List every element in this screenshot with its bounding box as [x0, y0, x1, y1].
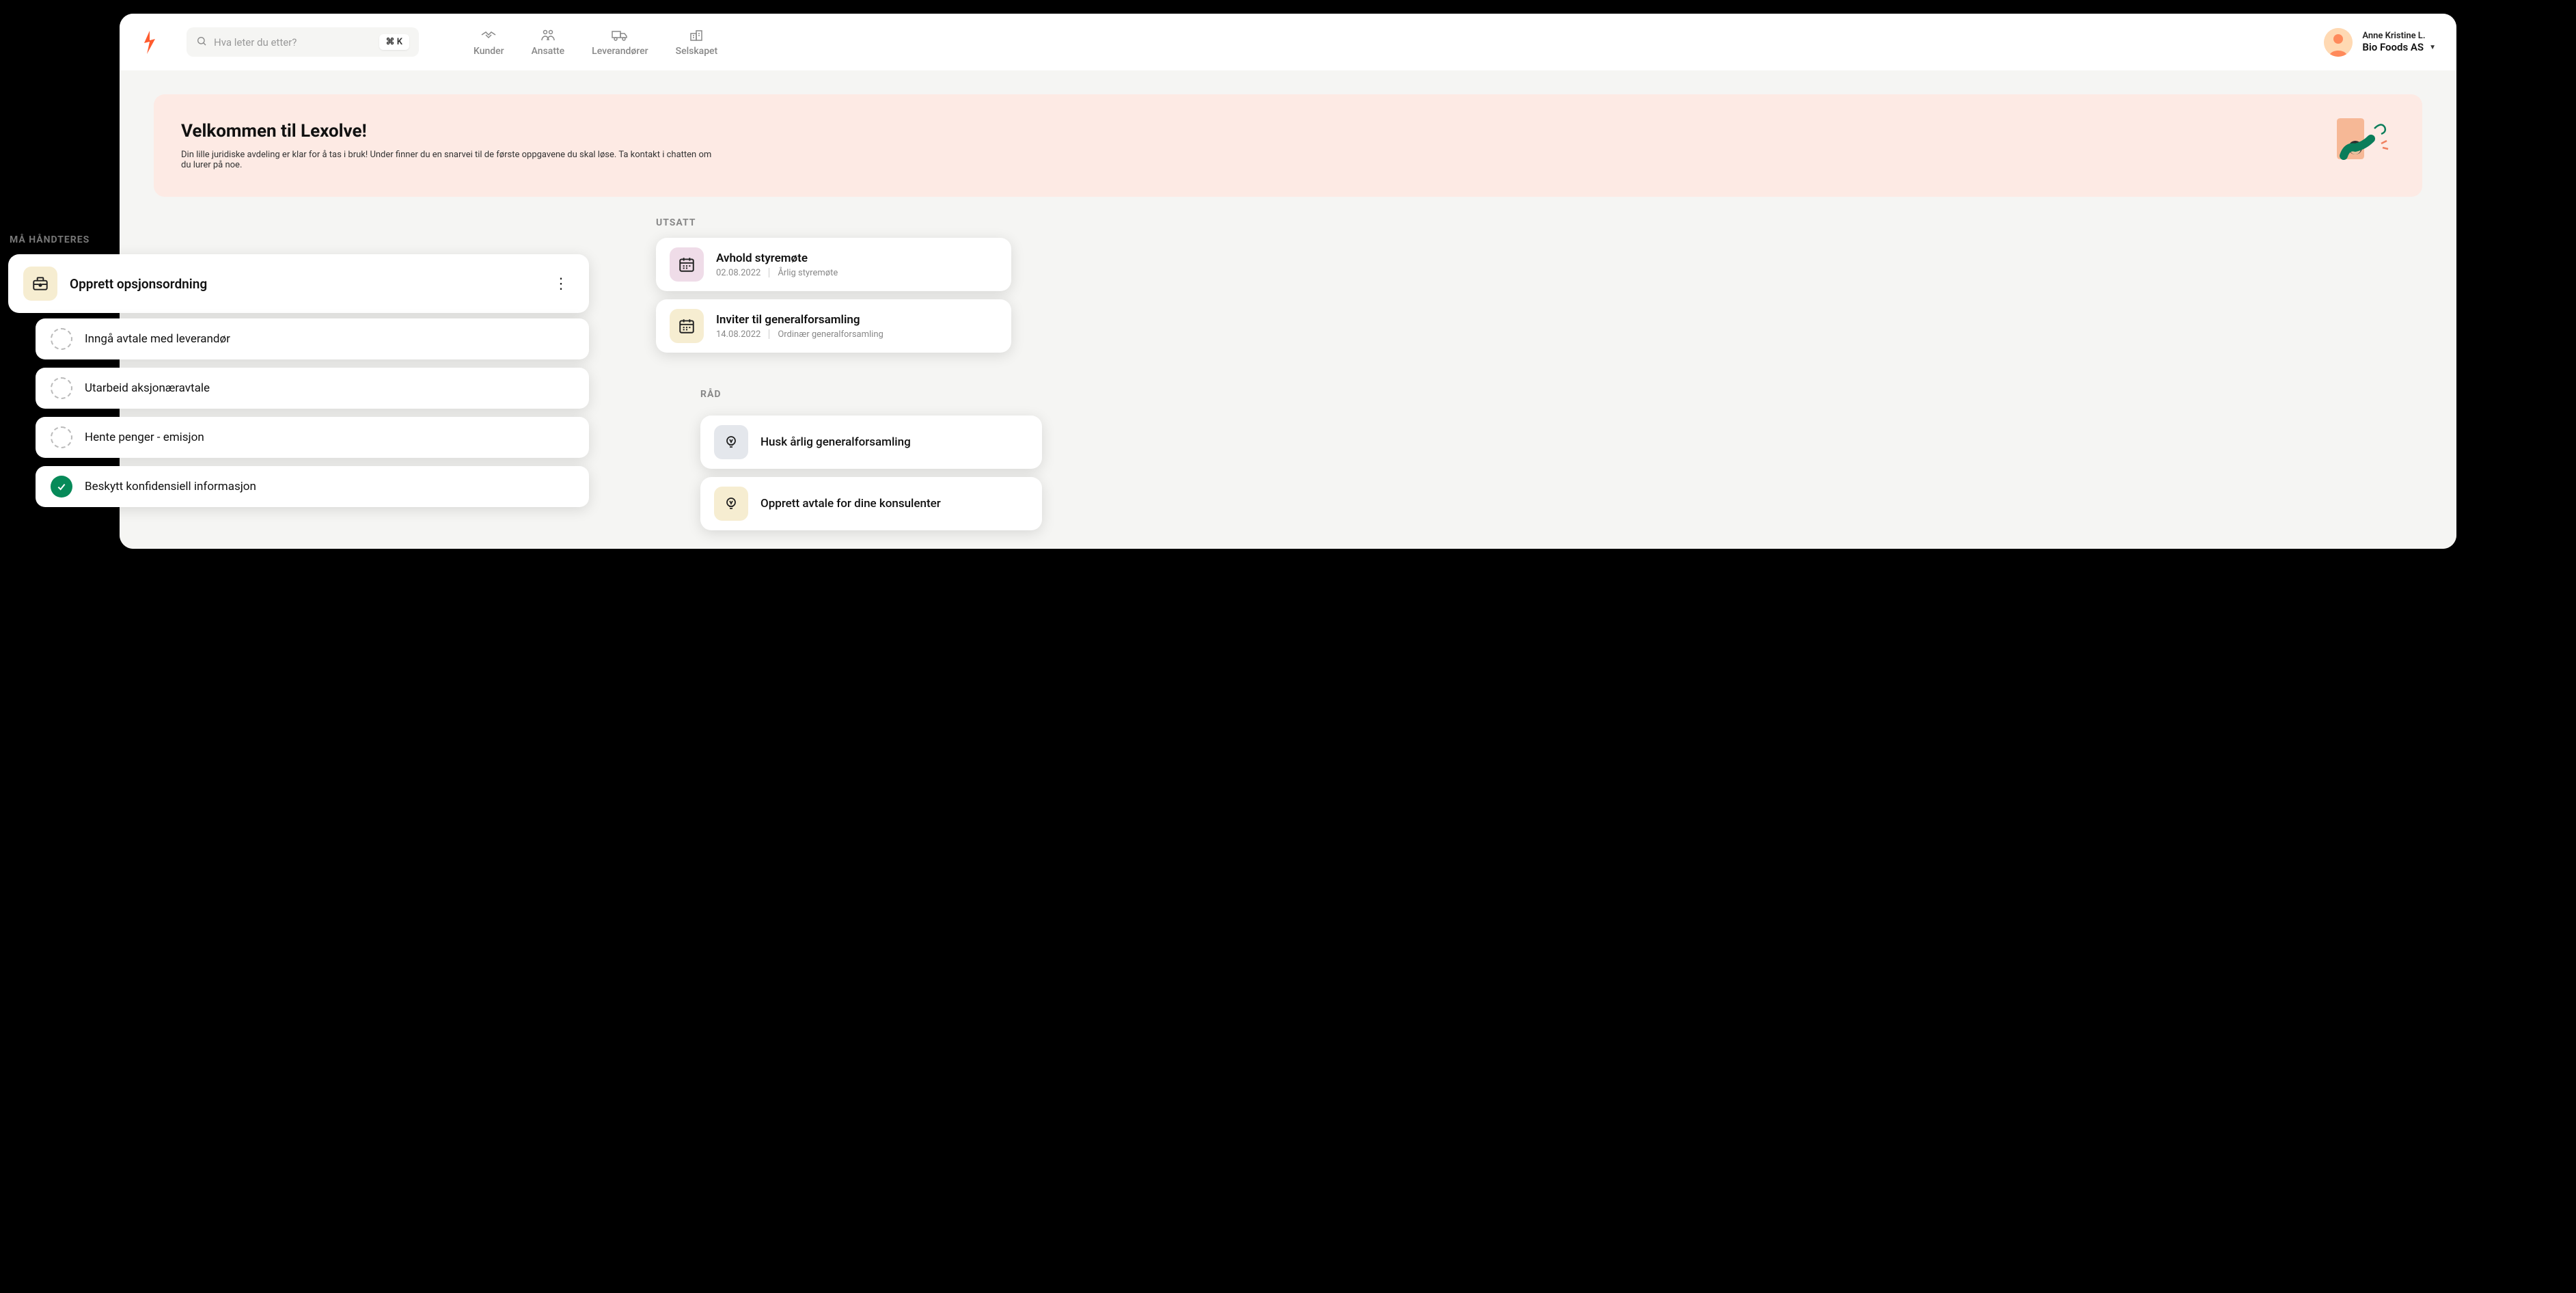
building-icon: [688, 28, 704, 42]
rad-section-label: RÅD: [700, 389, 721, 400]
welcome-title: Velkommen til Lexolve!: [181, 121, 714, 141]
task-item[interactable]: Beskytt konfidensiell informasjon: [36, 466, 589, 507]
rad-title: Opprett avtale for dine konsulenter: [761, 497, 941, 511]
lightbulb-icon: [714, 487, 748, 521]
checkbox-checked-icon[interactable]: [51, 476, 72, 498]
task-card-primary[interactable]: Opprett opsjonsordning ⋮: [8, 254, 589, 313]
task-label: Utarbeid aksjonæravtale: [85, 381, 210, 395]
calendar-icon: [670, 309, 704, 343]
user-company: Bio Foods AS ▼: [2362, 41, 2436, 53]
checkbox-empty-icon[interactable]: [51, 377, 72, 399]
welcome-illustration: [2313, 115, 2395, 176]
tasks-section-label: MÅ HÅNDTERES: [10, 234, 90, 245]
search-placeholder: Hva leter du etter?: [214, 36, 379, 49]
task-label: Hente penger - emisjon: [85, 431, 204, 444]
task-item[interactable]: Utarbeid aksjonæravtale: [36, 368, 589, 409]
rad-title: Husk årlig generalforsamling: [761, 435, 911, 449]
briefcase-icon: [23, 267, 57, 301]
nav-kunder[interactable]: Kunder: [474, 28, 504, 57]
utsatt-title: Avhold styremøte: [716, 251, 838, 265]
chevron-down-icon: ▼: [2429, 44, 2436, 51]
app-logo[interactable]: [140, 29, 159, 55]
utsatt-card[interactable]: Avhold styremøte 02.08.2022 Årlig styrem…: [656, 238, 1011, 291]
nav-items: Kunder Ansatte Leverandører Selskapet: [474, 28, 717, 57]
nav-selskapet[interactable]: Selskapet: [676, 28, 718, 57]
nav-ansatte[interactable]: Ansatte: [532, 28, 565, 57]
truck-icon: [611, 28, 629, 42]
task-label: Inngå avtale med leverandør: [85, 332, 230, 346]
utsatt-card[interactable]: Inviter til generalforsamling 14.08.2022…: [656, 299, 1011, 353]
search-input[interactable]: Hva leter du etter? ⌘ K: [187, 27, 419, 57]
utsatt-info: Inviter til generalforsamling 14.08.2022…: [716, 313, 883, 340]
rad-card[interactable]: Husk årlig generalforsamling: [700, 416, 1042, 469]
user-menu[interactable]: Anne Kristine L. Bio Foods AS ▼: [2324, 28, 2436, 57]
checkbox-empty-icon[interactable]: [51, 426, 72, 448]
utsatt-title: Inviter til generalforsamling: [716, 313, 883, 327]
utsatt-meta: 02.08.2022 Årlig styremøte: [716, 268, 838, 278]
utsatt-section-label: UTSATT: [656, 217, 696, 228]
user-name: Anne Kristine L.: [2362, 31, 2436, 41]
avatar: [2324, 28, 2353, 57]
user-info: Anne Kristine L. Bio Foods AS ▼: [2362, 31, 2436, 53]
utsatt-info: Avhold styremøte 02.08.2022 Årlig styrem…: [716, 251, 838, 278]
calendar-icon: [670, 247, 704, 282]
welcome-text: Velkommen til Lexolve! Din lille juridis…: [181, 121, 714, 170]
kbd-shortcut: ⌘ K: [379, 34, 409, 50]
welcome-banner: Velkommen til Lexolve! Din lille juridis…: [154, 94, 2422, 197]
task-item[interactable]: Inngå avtale med leverandør: [36, 318, 589, 359]
more-icon[interactable]: ⋮: [548, 275, 574, 292]
checkbox-empty-icon[interactable]: [51, 328, 72, 350]
people-icon: [540, 28, 556, 42]
task-primary-title: Opprett opsjonsordning: [70, 276, 536, 292]
welcome-subtitle: Din lille juridiske avdeling er klar for…: [181, 150, 714, 170]
header: Hva leter du etter? ⌘ K Kunder Ansatte L…: [120, 14, 2456, 70]
search-icon: [196, 36, 207, 49]
rad-card[interactable]: Opprett avtale for dine konsulenter: [700, 477, 1042, 530]
task-label: Beskytt konfidensiell informasjon: [85, 480, 256, 493]
handshake-icon: [480, 28, 497, 42]
lightbulb-icon: [714, 425, 748, 459]
utsatt-meta: 14.08.2022 Ordinær generalforsamling: [716, 329, 883, 340]
nav-leverandorer[interactable]: Leverandører: [592, 28, 648, 57]
task-item[interactable]: Hente penger - emisjon: [36, 417, 589, 458]
